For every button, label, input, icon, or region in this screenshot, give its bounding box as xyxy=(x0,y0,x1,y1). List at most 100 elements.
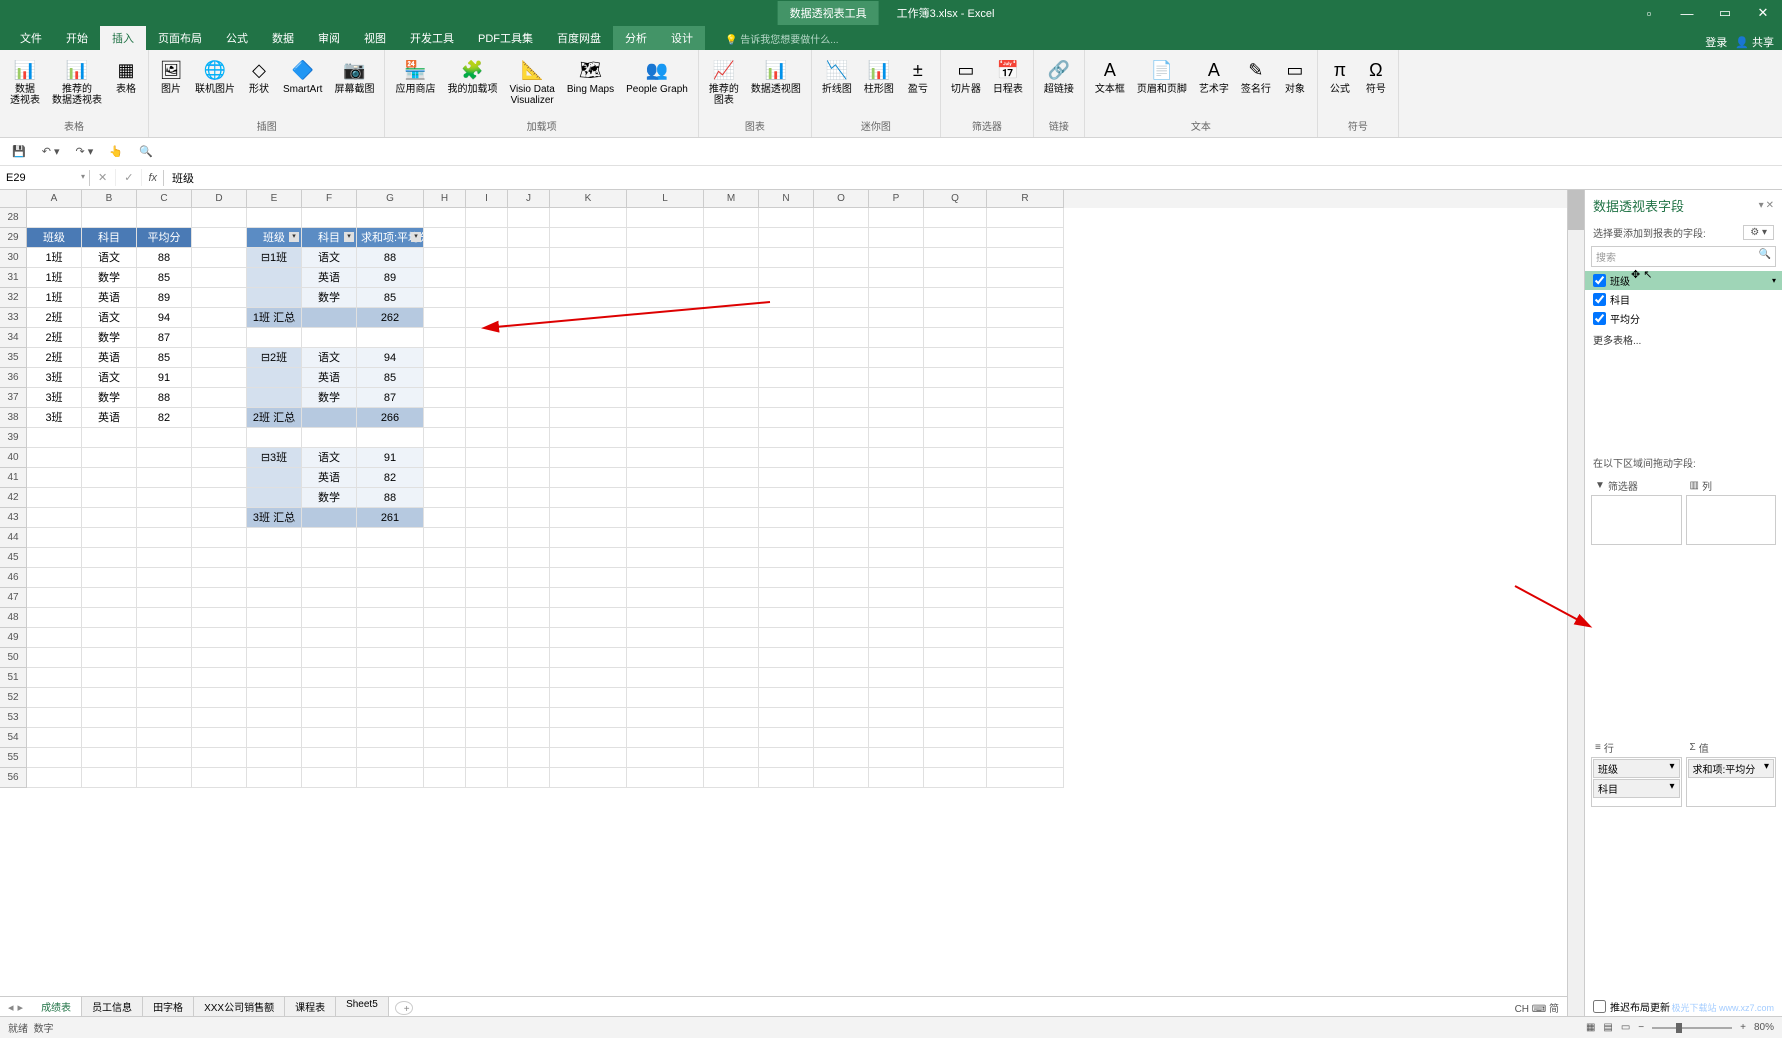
cell[interactable] xyxy=(627,328,704,348)
cell[interactable]: 语文 xyxy=(82,308,137,328)
cell[interactable] xyxy=(550,448,627,468)
cell[interactable] xyxy=(302,428,357,448)
cell[interactable] xyxy=(508,508,550,528)
col-header[interactable]: P xyxy=(869,190,924,208)
cell[interactable] xyxy=(466,428,508,448)
zoom-slider[interactable] xyxy=(1652,1027,1732,1029)
cell[interactable] xyxy=(924,548,987,568)
cell[interactable] xyxy=(627,688,704,708)
cell[interactable] xyxy=(424,588,466,608)
cell[interactable] xyxy=(27,588,82,608)
ribbon-折线图[interactable]: 📉折线图 xyxy=(818,56,856,97)
cell[interactable] xyxy=(814,328,869,348)
cell[interactable] xyxy=(627,248,704,268)
tab-review[interactable]: 审阅 xyxy=(306,26,352,50)
cell[interactable] xyxy=(550,328,627,348)
cell[interactable] xyxy=(869,628,924,648)
cell[interactable] xyxy=(302,748,357,768)
cell[interactable] xyxy=(508,728,550,748)
cell[interactable] xyxy=(82,568,137,588)
col-header[interactable]: L xyxy=(627,190,704,208)
cell[interactable] xyxy=(924,388,987,408)
cell[interactable] xyxy=(302,628,357,648)
cell[interactable] xyxy=(27,728,82,748)
cell[interactable] xyxy=(550,748,627,768)
cell[interactable] xyxy=(508,708,550,728)
cell[interactable] xyxy=(466,688,508,708)
more-tables-link[interactable]: 更多表格... xyxy=(1585,328,1782,351)
sheet-tab[interactable]: 员工信息 xyxy=(82,997,143,1018)
ime-status[interactable]: CH ⌨ 简 xyxy=(1515,1000,1559,1015)
cell[interactable] xyxy=(192,688,247,708)
cell[interactable] xyxy=(192,268,247,288)
cell[interactable] xyxy=(814,668,869,688)
cell[interactable] xyxy=(759,448,814,468)
ribbon-形状[interactable]: ◇形状 xyxy=(243,56,275,97)
cell[interactable] xyxy=(424,208,466,228)
cell[interactable] xyxy=(814,408,869,428)
cell[interactable] xyxy=(82,528,137,548)
cell[interactable] xyxy=(508,428,550,448)
tab-dev[interactable]: 开发工具 xyxy=(398,26,466,50)
tab-layout[interactable]: 页面布局 xyxy=(146,26,214,50)
cell[interactable] xyxy=(466,308,508,328)
cell[interactable] xyxy=(869,388,924,408)
cell[interactable] xyxy=(466,328,508,348)
cell[interactable] xyxy=(550,668,627,688)
cell[interactable] xyxy=(82,708,137,728)
tell-me-search[interactable]: 💡 告诉我您想要做什么... xyxy=(713,27,851,50)
cell[interactable] xyxy=(924,428,987,448)
minimize-icon[interactable]: — xyxy=(1668,0,1706,26)
cell[interactable] xyxy=(424,388,466,408)
ribbon-页眉和页脚[interactable]: 📄页眉和页脚 xyxy=(1133,56,1191,97)
ribbon-超链接[interactable]: 🔗超链接 xyxy=(1040,56,1078,97)
cell[interactable] xyxy=(424,608,466,628)
cell[interactable] xyxy=(508,388,550,408)
cell[interactable] xyxy=(424,288,466,308)
cell[interactable] xyxy=(302,548,357,568)
field-search-input[interactable]: 搜索🔍 xyxy=(1591,246,1776,267)
cell[interactable] xyxy=(192,528,247,548)
cell[interactable] xyxy=(814,708,869,728)
field-item-class[interactable]: 班级 xyxy=(1585,271,1782,290)
cell[interactable]: 语文 xyxy=(82,248,137,268)
cell[interactable] xyxy=(466,568,508,588)
col-header[interactable]: G xyxy=(357,190,424,208)
cell[interactable] xyxy=(357,568,424,588)
cell[interactable] xyxy=(704,208,759,228)
cell[interactable] xyxy=(814,568,869,588)
cell[interactable] xyxy=(192,628,247,648)
cell[interactable] xyxy=(987,688,1064,708)
cell[interactable] xyxy=(466,768,508,788)
cell[interactable] xyxy=(924,668,987,688)
cell[interactable] xyxy=(508,568,550,588)
cell[interactable] xyxy=(27,448,82,468)
cell[interactable] xyxy=(550,368,627,388)
cell[interactable] xyxy=(137,648,192,668)
cell[interactable] xyxy=(550,588,627,608)
cell[interactable] xyxy=(814,608,869,628)
cell[interactable] xyxy=(424,768,466,788)
cell[interactable] xyxy=(704,588,759,608)
cell[interactable] xyxy=(627,448,704,468)
cell[interactable] xyxy=(924,648,987,668)
cell[interactable] xyxy=(302,708,357,728)
cell[interactable] xyxy=(704,688,759,708)
cell[interactable] xyxy=(987,308,1064,328)
cell[interactable] xyxy=(759,548,814,568)
cell[interactable]: 语文 xyxy=(302,448,357,468)
cell[interactable] xyxy=(508,208,550,228)
cell[interactable] xyxy=(508,228,550,248)
ribbon-SmartArt[interactable]: 🔷SmartArt xyxy=(279,56,326,97)
cell[interactable] xyxy=(869,488,924,508)
cell[interactable] xyxy=(357,728,424,748)
cell[interactable] xyxy=(424,548,466,568)
cell[interactable] xyxy=(869,468,924,488)
cell[interactable] xyxy=(627,428,704,448)
cell[interactable] xyxy=(627,648,704,668)
cell[interactable] xyxy=(357,428,424,448)
cell[interactable] xyxy=(192,748,247,768)
cell[interactable] xyxy=(704,408,759,428)
cell[interactable] xyxy=(550,408,627,428)
tab-file[interactable]: 文件 xyxy=(8,26,54,50)
